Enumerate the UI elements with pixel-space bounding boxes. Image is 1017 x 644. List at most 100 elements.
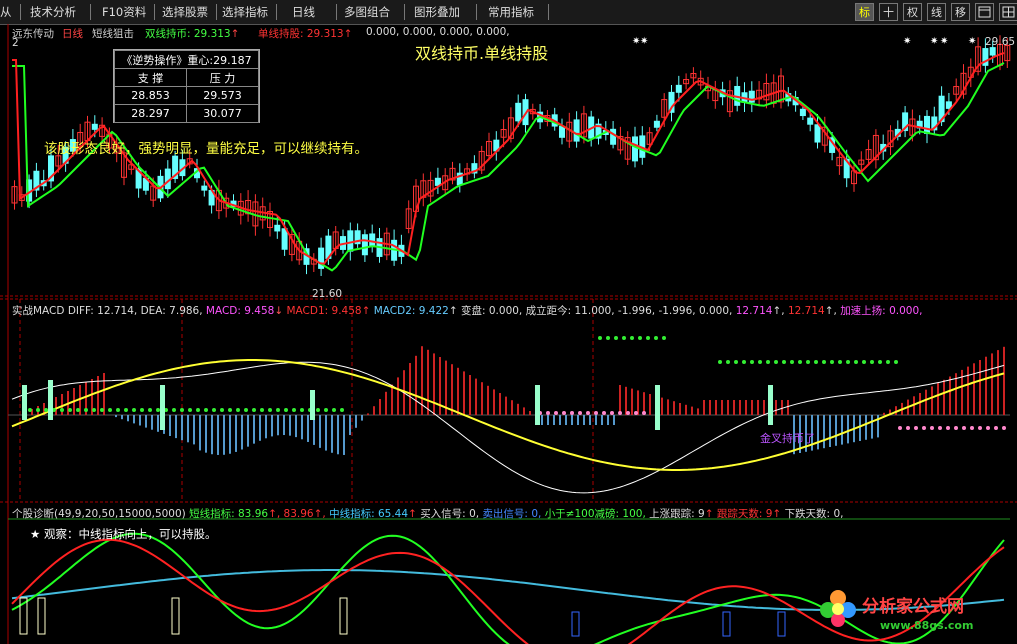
line2-value: 单线持股: 29.313↑	[258, 28, 353, 40]
candle-body	[201, 185, 208, 191]
signal-dot	[276, 408, 280, 412]
signal-dot	[124, 408, 128, 412]
signal-dot	[316, 408, 320, 412]
signal-dot	[930, 426, 934, 430]
watermark-brand: 分析家公式网	[862, 597, 964, 617]
signal-dot	[220, 408, 224, 412]
star-marker: ✷	[930, 36, 938, 47]
signal-dot	[156, 408, 160, 412]
signal-dot	[634, 411, 638, 415]
zero-values: 0.000, 0.000, 0.000, 0.000,	[366, 26, 510, 38]
golden-cross-label: 金叉持币了	[760, 432, 815, 445]
star-marker: ✷	[968, 36, 976, 47]
signal-dot	[894, 360, 898, 364]
macd-block	[310, 390, 315, 420]
signal-dot	[602, 411, 606, 415]
line1-value: 双线持币: 29.313↑	[145, 28, 240, 40]
high-price: 29.65	[985, 36, 1016, 48]
candle-body	[361, 234, 368, 256]
signal-dot	[268, 408, 272, 412]
support-resistance-box: 《逆势操作》重心:29.187 支 撑压 力 28.853 29.573 28.2…	[113, 49, 260, 123]
candle-body	[807, 117, 814, 125]
signal-dot	[244, 408, 248, 412]
signal-dot	[76, 408, 80, 412]
candle-body	[924, 115, 930, 134]
signal-dot	[212, 408, 216, 412]
signal-dot	[284, 408, 288, 412]
watermark-url: www.88gs.com	[880, 619, 974, 632]
signal-dot	[878, 360, 882, 364]
candle-body	[281, 228, 288, 250]
signal-dot	[854, 360, 858, 364]
signal-dot	[204, 408, 208, 412]
signal-dot	[790, 360, 794, 364]
signal-dot	[570, 411, 574, 415]
signal-dot	[978, 426, 982, 430]
diag-header: 个股诊断(49,9,20,50,15000,5000) 短线指标: 83.96↑…	[12, 508, 844, 520]
signal-dot	[132, 408, 136, 412]
signal-dot	[252, 408, 256, 412]
signal-dot	[188, 408, 192, 412]
candle-body	[610, 128, 617, 145]
candle-body	[632, 136, 638, 162]
signal-dot	[962, 426, 966, 430]
observation-text: ★ 观察：中线指标向上，可以持股。	[30, 527, 217, 541]
signal-dot	[626, 411, 630, 415]
candle-body	[369, 233, 376, 247]
signal-dot	[798, 360, 802, 364]
signal-dot	[228, 408, 232, 412]
signal-dot	[774, 360, 778, 364]
signal-dot	[84, 408, 88, 412]
macd-block	[768, 385, 773, 425]
signal-dot	[68, 408, 72, 412]
signal-dot	[662, 336, 666, 340]
signal-dot	[946, 426, 950, 430]
signal-dot	[324, 408, 328, 412]
signal-dot	[260, 408, 264, 412]
signal-dot	[140, 408, 144, 412]
signal-dot	[300, 408, 304, 412]
candle-body	[989, 47, 996, 56]
signal-dot	[180, 408, 184, 412]
signal-dot	[606, 336, 610, 340]
candle-body	[559, 125, 565, 138]
resistance-1: 29.573	[185, 86, 260, 105]
signal-dot	[986, 426, 990, 430]
signal-dot	[578, 411, 582, 415]
sell-marker	[571, 611, 580, 637]
sell-marker	[777, 611, 786, 637]
signal-dot	[622, 336, 626, 340]
macd-block	[655, 385, 660, 430]
signal-dot	[28, 408, 32, 412]
signal-dot	[838, 360, 842, 364]
signal-dot	[116, 408, 120, 412]
signal-dot	[100, 408, 104, 412]
signal-dot	[814, 360, 818, 364]
signal-dot	[938, 426, 942, 430]
signal-dot	[862, 360, 866, 364]
sell-marker	[722, 611, 731, 637]
signal-dot	[148, 408, 152, 412]
signal-dot	[598, 336, 602, 340]
low-price: 21.60	[312, 288, 343, 300]
signal-dot	[638, 336, 642, 340]
signal-dot	[60, 408, 64, 412]
signal-dot	[554, 411, 558, 415]
resistance-header: 压 力	[185, 68, 260, 87]
candle-body	[653, 120, 660, 128]
signal-dot	[718, 360, 722, 364]
signal-dot	[654, 336, 658, 340]
signal-dot	[108, 408, 112, 412]
signal-dot	[292, 408, 296, 412]
signal-dot	[914, 426, 918, 430]
macd-block	[48, 380, 53, 420]
signal-dot	[546, 411, 550, 415]
signal-dot	[594, 411, 598, 415]
signal-dot	[750, 360, 754, 364]
signal-dot	[726, 360, 730, 364]
signal-dot	[898, 426, 902, 430]
candle-body	[515, 102, 522, 122]
support-2: 28.297	[114, 104, 187, 123]
period-label: 日线	[62, 28, 83, 40]
signal-dot	[646, 336, 650, 340]
